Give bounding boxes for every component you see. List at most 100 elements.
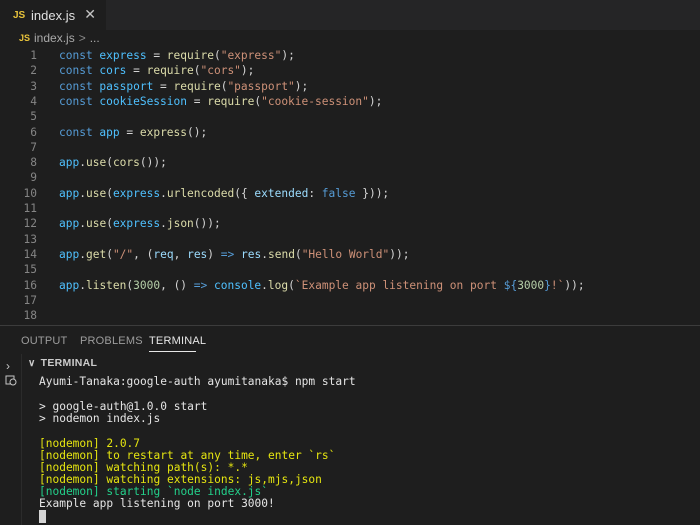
code-token: = [153, 79, 174, 93]
code-token: express [139, 125, 188, 139]
code-token: . [261, 247, 268, 261]
terminal-section-title: TERMINAL [40, 357, 98, 369]
code-token: = [186, 94, 208, 108]
line-number: 13 [23, 232, 37, 246]
close-icon[interactable]: ✕ [84, 7, 96, 21]
debug-icon[interactable] [5, 374, 17, 386]
code-line[interactable]: 8 app.use(cors()); [0, 155, 700, 170]
code-token: ( [106, 186, 113, 200]
code-token: require [146, 64, 194, 78]
code-token: , () [160, 278, 194, 292]
code-line[interactable]: 14 app.get("/", (req, res) => res.send("H… [0, 247, 700, 262]
js-file-icon: JS [19, 33, 31, 43]
code-text: app.get("/", (req, res) => res.send("Hel… [59, 247, 409, 262]
code-token: passport [99, 79, 154, 93]
terminal-line: > nodemon index.js [39, 412, 161, 426]
code-token: ( [213, 49, 221, 62]
tab-output[interactable]: OUTPUT [21, 335, 67, 347]
code-token: ) [207, 247, 221, 261]
code-token: require [173, 79, 221, 93]
code-token: = [126, 64, 147, 78]
code-token: require [207, 94, 255, 108]
active-tab-indicator [149, 351, 196, 352]
code-token: app [99, 125, 120, 139]
line-number: 16 [23, 278, 37, 292]
code-token: express [112, 186, 161, 200]
code-line[interactable]: 12 app.use(express.json()); [0, 216, 700, 231]
code-token: !` [550, 278, 565, 292]
code-token: : [308, 186, 322, 200]
code-token: , [173, 247, 188, 261]
tab-terminal[interactable]: TERMINAL [149, 335, 206, 347]
code-token: cookieSession [99, 94, 187, 108]
breadcrumb: JS index.js > ... [0, 30, 700, 46]
code-token: log [267, 278, 289, 292]
code-text: const app = express(); [59, 125, 207, 140]
code-line[interactable]: 3 const passport = require("passport"); [0, 79, 700, 94]
code-token: )); [564, 278, 585, 292]
code-token: ( [106, 247, 113, 261]
code-token: ); [368, 94, 383, 108]
line-number: 8 [30, 156, 37, 170]
code-line[interactable]: 18 [0, 308, 700, 323]
code-token: ( [106, 217, 113, 231]
code-token: app [59, 217, 80, 231]
line-number: 2 [30, 64, 37, 78]
line-number: 18 [23, 309, 37, 323]
line-number: 10 [23, 186, 37, 200]
code-text: const cookieSession = require("cookie-se… [59, 94, 382, 109]
code-text: app.use(express.json()); [59, 216, 221, 231]
tab-label: index.js [31, 7, 76, 23]
terminal-section-header[interactable]: ∨ TERMINAL [22, 354, 700, 372]
code-token: . [79, 156, 86, 170]
code-line[interactable]: 1 const express = require("express"); [0, 48, 700, 63]
code-token: send [267, 247, 295, 261]
code-line[interactable]: 11 [0, 201, 700, 216]
code-line[interactable]: 16 app.listen(3000, () => console.log(`Ex… [0, 278, 700, 293]
line-number: 12 [23, 217, 37, 231]
line-number: 3 [30, 79, 37, 93]
line-number: 5 [30, 110, 37, 124]
terminal-line: Ayumi-Tanaka:google-auth ayumitanaka$ np… [39, 375, 356, 388]
tab-index-js[interactable]: JS index.js ✕ [0, 0, 106, 30]
code-editor[interactable]: 1 const express = require("express"); 2 con… [0, 47, 700, 325]
breadcrumb-symbol[interactable]: ... [90, 31, 100, 45]
code-token: . [79, 278, 86, 292]
code-token: express [99, 49, 147, 62]
line-number: 17 [23, 293, 37, 307]
code-token: . [79, 186, 86, 200]
code-token: res [241, 247, 262, 261]
code-line[interactable]: 9 [0, 170, 700, 185]
code-line[interactable]: 15 [0, 262, 700, 277]
code-token: urlencoded [166, 186, 235, 200]
tab-problems[interactable]: PROBLEMS [80, 335, 143, 347]
line-number: 6 [30, 125, 37, 139]
code-token: = [119, 125, 140, 139]
breadcrumb-file[interactable]: index.js [34, 31, 75, 45]
code-token: 3000 [133, 278, 161, 292]
code-token: `Example app listening on port [294, 278, 504, 292]
chevron-right-icon[interactable]: › [6, 359, 10, 373]
code-token: json [166, 217, 194, 231]
code-line[interactable]: 17 [0, 293, 700, 308]
code-token: false [321, 186, 356, 200]
code-token: (); [187, 125, 208, 139]
code-line[interactable]: 6 const app = express(); [0, 125, 700, 140]
code-line[interactable]: 5 [0, 109, 700, 124]
code-token: "cookie-session" [261, 94, 369, 108]
code-line[interactable]: 13 [0, 232, 700, 247]
code-line[interactable]: 4 const cookieSession = require("cookie-s… [0, 94, 700, 109]
terminal-line: Example app listening on port 3000! [39, 497, 275, 510]
chevron-right-icon: > [78, 31, 86, 45]
line-number: 15 [23, 263, 37, 277]
code-token: ${ [503, 278, 518, 292]
code-token: cors [99, 64, 127, 78]
code-token: ( [288, 278, 295, 292]
code-text: const express = require("express"); [59, 48, 295, 63]
code-text: app.use(cors()); [59, 155, 167, 170]
code-line[interactable]: 7 [0, 140, 700, 155]
code-token: 3000 [517, 278, 545, 292]
code-line[interactable]: 10 app.use(express.urlencoded({ extended:… [0, 186, 700, 201]
code-line[interactable]: 2 const cors = require("cors"); [0, 63, 700, 78]
